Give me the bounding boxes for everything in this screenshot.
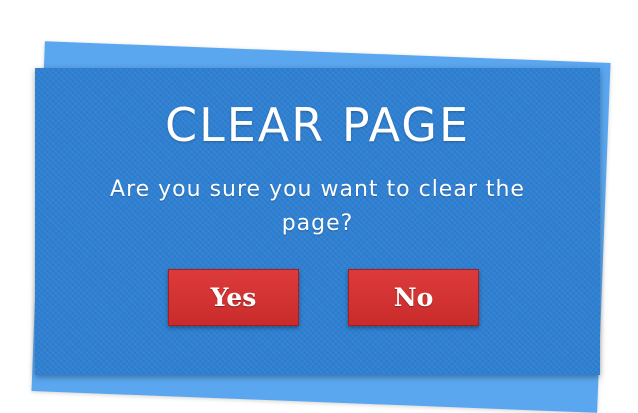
dialog-title: CLEAR PAGE: [164, 98, 471, 152]
stage: CLEAR PAGE Are you sure you want to clea…: [0, 0, 638, 413]
clear-page-dialog: CLEAR PAGE Are you sure you want to clea…: [35, 68, 600, 375]
yes-button[interactable]: Yes: [168, 269, 299, 326]
no-button[interactable]: No: [348, 269, 479, 326]
dialog-message: Are you sure you want to clear the page?: [110, 177, 525, 236]
